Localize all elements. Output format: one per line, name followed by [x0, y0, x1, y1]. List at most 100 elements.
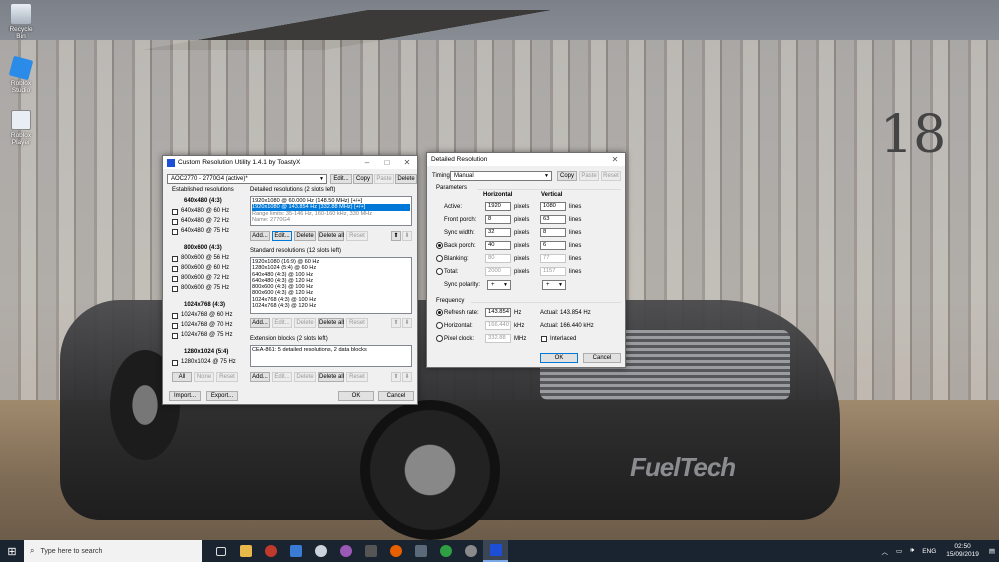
sync-width-h-input[interactable]: 32	[485, 228, 511, 237]
checkbox-1024x768-70[interactable]	[172, 323, 178, 329]
total-h-input[interactable]: 2000	[485, 267, 511, 276]
extension-add-button[interactable]: Add...	[250, 372, 270, 382]
extension-delete-all-button[interactable]: Delete all	[318, 372, 344, 382]
checkbox-800x600-56[interactable]	[172, 256, 178, 262]
move-down-icon[interactable]: ⬇	[402, 231, 412, 241]
settings-gear-icon[interactable]	[458, 540, 483, 562]
extension-edit-button[interactable]: Edit...	[272, 372, 292, 382]
detailed-reset-button[interactable]: Reset	[346, 231, 368, 241]
horizontal-freq-input[interactable]: 166.440	[485, 321, 511, 330]
notifications-icon[interactable]: ▤	[989, 547, 995, 555]
back-porch-radio[interactable]	[436, 242, 443, 249]
checkbox-1280x1024-75[interactable]	[172, 360, 178, 366]
dialog-titlebar[interactable]: Detailed Resolution ✕	[427, 153, 625, 166]
total-radio[interactable]	[436, 268, 443, 275]
xbox-icon[interactable]	[433, 540, 458, 562]
monitor-paste-button[interactable]: Paste	[374, 174, 394, 184]
network-icon[interactable]: ▭	[896, 547, 902, 555]
ok-button[interactable]: OK	[338, 391, 374, 401]
checkbox-640x480-72[interactable]	[172, 219, 178, 225]
blanking-h-input[interactable]: 80	[485, 254, 511, 263]
desktop-icon-roblox-studio[interactable]: Roblox Studio	[4, 55, 38, 94]
move-up-icon[interactable]: ⬆	[391, 372, 401, 382]
monitor-delete-button[interactable]: Delete	[395, 174, 417, 184]
export-button[interactable]: Export...	[206, 391, 238, 401]
minimize-icon[interactable]: –	[357, 158, 377, 167]
cru-taskbar-icon[interactable]	[483, 540, 508, 562]
sync-polarity-v-select[interactable]: + ▼	[542, 280, 566, 290]
front-porch-h-input[interactable]: 8	[485, 215, 511, 224]
game-app-icon[interactable]	[358, 540, 383, 562]
steam-icon[interactable]	[308, 540, 333, 562]
dialog-ok-button[interactable]: OK	[540, 353, 578, 363]
task-view-icon[interactable]	[208, 540, 233, 562]
checkbox-800x600-60[interactable]	[172, 266, 178, 272]
cru-titlebar[interactable]: Custom Resolution Utility 1.4.1 by Toast…	[163, 156, 417, 169]
standard-add-button[interactable]: Add...	[250, 318, 270, 328]
detailed-edit-button[interactable]: Edit...	[272, 231, 292, 241]
chevron-up-icon[interactable]: ︿	[881, 546, 888, 556]
back-porch-h-input[interactable]: 40	[485, 241, 511, 250]
standard-edit-button[interactable]: Edit...	[272, 318, 292, 328]
refresh-rate-input[interactable]: 143.854	[485, 308, 511, 317]
timing-select[interactable]: Manual ▼	[450, 171, 552, 181]
windows-start-icon[interactable]: ⊞	[0, 545, 24, 558]
list-item[interactable]: 1024x768 (4:3) @ 120 Hz	[252, 303, 410, 309]
timing-copy-button[interactable]: Copy	[557, 171, 577, 181]
language-indicator[interactable]: ENG	[922, 548, 936, 555]
monitor-copy-button[interactable]: Copy	[353, 174, 373, 184]
volume-icon[interactable]: 🕪	[910, 547, 914, 555]
move-up-icon[interactable]: ⬆	[391, 318, 401, 328]
extension-list[interactable]: CEA-861: 5 detailed resolutions, 2 data …	[250, 345, 412, 367]
checkbox-1024x768-60[interactable]	[172, 313, 178, 319]
store-icon[interactable]	[283, 540, 308, 562]
pixel-clock-input[interactable]: 332.88	[485, 334, 511, 343]
firefox-icon[interactable]	[383, 540, 408, 562]
sync-width-v-input[interactable]: 8	[540, 228, 566, 237]
dialog-cancel-button[interactable]: Cancel	[583, 353, 621, 363]
established-none-button[interactable]: None	[194, 372, 214, 382]
active-h-input[interactable]: 1920	[485, 202, 511, 211]
pixel-clock-radio[interactable]	[436, 335, 443, 342]
cancel-button[interactable]: Cancel	[378, 391, 414, 401]
close-icon[interactable]: ✕	[397, 158, 417, 167]
sync-polarity-h-select[interactable]: + ▼	[487, 280, 511, 290]
standard-delete-button[interactable]: Delete	[294, 318, 316, 328]
detailed-add-button[interactable]: Add...	[250, 231, 270, 241]
established-reset-button[interactable]: Reset	[216, 372, 238, 382]
detailed-delete-all-button[interactable]: Delete all	[318, 231, 344, 241]
desktop-icon-roblox-player[interactable]: Roblox Player	[4, 110, 38, 146]
monitor-select[interactable]: AOC2770 - 2770G4 (active)* ▼	[167, 174, 327, 184]
monitor-edit-button[interactable]: Edit...	[330, 174, 352, 184]
clock[interactable]: 02:50 15/09/2019	[946, 543, 979, 559]
active-v-input[interactable]: 1080	[540, 202, 566, 211]
horizontal-freq-radio[interactable]	[436, 322, 443, 329]
timing-reset-button[interactable]: Reset	[601, 171, 621, 181]
back-porch-v-input[interactable]: 6	[540, 241, 566, 250]
checkbox-640x480-60[interactable]	[172, 209, 178, 215]
detailed-list[interactable]: 1920x1080 @ 60.000 Hz (148.50 MHz) [+/+]…	[250, 196, 412, 226]
blanking-radio[interactable]	[436, 255, 443, 262]
move-down-icon[interactable]: ⬇	[402, 318, 412, 328]
blanking-v-input[interactable]: 77	[540, 254, 566, 263]
extension-reset-button[interactable]: Reset	[346, 372, 368, 382]
extension-delete-button[interactable]: Delete	[294, 372, 316, 382]
close-icon[interactable]: ✕	[605, 155, 625, 164]
media-app-icon[interactable]	[333, 540, 358, 562]
standard-list[interactable]: 1920x1080 (16:9) @ 60 Hz 1280x1024 (5:4)…	[250, 257, 412, 314]
list-item[interactable]: Name: 2770G4	[252, 217, 410, 223]
desktop-icon-recycle-bin[interactable]: Recycle Bin	[4, 4, 38, 40]
amd-radeon-icon[interactable]	[258, 540, 283, 562]
front-porch-v-input[interactable]: 63	[540, 215, 566, 224]
launcher-icon[interactable]	[408, 540, 433, 562]
file-explorer-icon[interactable]	[233, 540, 258, 562]
taskbar-search[interactable]: ⌕ Type here to search	[24, 540, 202, 562]
timing-paste-button[interactable]: Paste	[579, 171, 599, 181]
import-button[interactable]: Import...	[169, 391, 201, 401]
checkbox-800x600-75[interactable]	[172, 286, 178, 292]
detailed-delete-button[interactable]: Delete	[294, 231, 316, 241]
standard-delete-all-button[interactable]: Delete all	[318, 318, 344, 328]
refresh-rate-radio[interactable]	[436, 309, 443, 316]
checkbox-800x600-72[interactable]	[172, 276, 178, 282]
move-up-icon[interactable]: ⬆	[391, 231, 401, 241]
